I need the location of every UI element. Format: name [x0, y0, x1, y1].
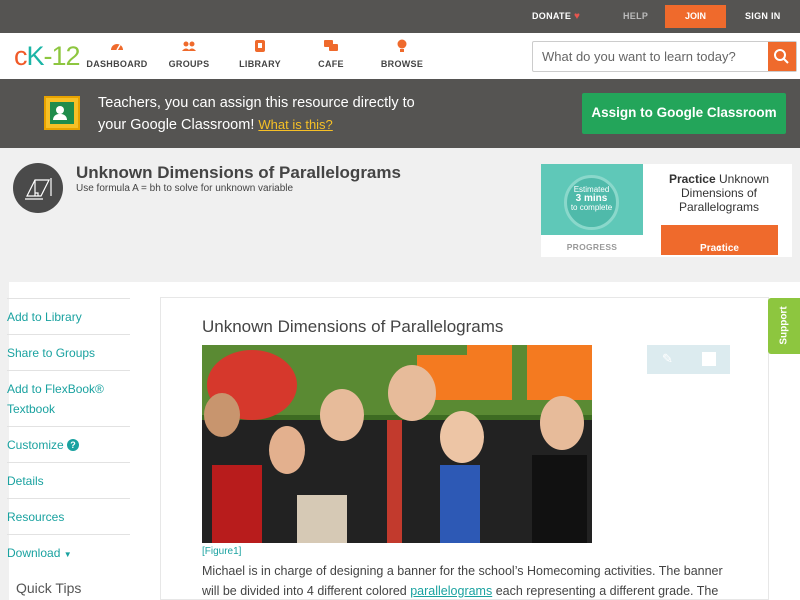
dashboard-icon [77, 39, 157, 57]
search-box [532, 41, 797, 72]
nav-library[interactable]: LIBRARY [220, 39, 300, 69]
practice-button[interactable]: Practice › [661, 225, 778, 255]
parallelograms-link[interactable]: parallelograms [410, 584, 492, 598]
assign-label: Assign to Google Classroom [591, 105, 777, 120]
heart-icon: ♥ [573, 11, 581, 22]
content-title: Unknown Dimensions of Parallelograms [202, 317, 504, 336]
annotation-tools: ✎ [647, 345, 730, 374]
paragraph-text-2: each representing a different grade. The [492, 584, 719, 598]
google-classroom-icon [44, 96, 80, 130]
flexbook-label: Add to FlexBook® [7, 382, 104, 396]
figure-caption: [Figure1] [202, 546, 242, 557]
intro-paragraph: Michael is in charge of designing a bann… [202, 561, 742, 600]
top-bar: DONATE ♥ HELP JOIN SIGN IN [0, 0, 800, 33]
sidebar-download[interactable]: Download ▼ [7, 534, 130, 571]
sidebar-share-to-groups[interactable]: Share to Groups [7, 334, 130, 371]
cafe-icon [291, 39, 371, 57]
chevron-right-icon: › [717, 243, 722, 254]
customize-label: Customize [7, 438, 64, 452]
logo-c: c [14, 41, 27, 71]
logo-12: -12 [43, 41, 81, 71]
ck12-logo[interactable]: cK-12 [14, 41, 81, 72]
join-button[interactable]: JOIN [665, 5, 726, 28]
main-nav: cK-12 DASHBOARD GROUPS LIBRARY CAFE BROW… [0, 33, 800, 79]
classroom-line-2: your Google Classroom! [98, 117, 255, 133]
sidebar-add-to-flexbook[interactable]: Add to FlexBook® Textbook [7, 370, 130, 427]
library-icon [220, 39, 300, 57]
caret-down-icon: ▼ [63, 550, 72, 559]
nav-groups-label: GROUPS [168, 59, 210, 69]
logo-k: K [26, 41, 45, 71]
nav-dashboard[interactable]: DASHBOARD [77, 39, 157, 69]
what-is-this-link[interactable]: What is this? [258, 117, 332, 132]
classroom-message: Teachers, you can assign this resource d… [98, 93, 415, 136]
page-title: Unknown Dimensions of Parallelograms [76, 163, 401, 182]
sidebar-add-to-library[interactable]: Add to Library [7, 298, 130, 335]
browse-icon [362, 39, 442, 57]
textbook-label: Textbook [7, 402, 56, 416]
assign-to-classroom-button[interactable]: Assign to Google Classroom [582, 93, 786, 134]
geometry-concept-icon [13, 163, 63, 213]
nav-cafe[interactable]: CAFE [291, 39, 371, 69]
support-label: Support [778, 306, 790, 345]
note-icon[interactable] [702, 352, 716, 366]
help-icon[interactable]: ? [67, 439, 80, 451]
classroom-line-1: Teachers, you can assign this resource d… [98, 95, 415, 111]
nav-cafe-label: CAFE [318, 59, 344, 69]
practice-title-bold: Practice [668, 172, 716, 186]
groups-icon [149, 39, 229, 57]
practice-title: Practice Unknown Dimensions of Parallelo… [654, 172, 784, 214]
quick-tips-heading: Quick Tips [16, 580, 82, 596]
nav-browse-label: BROWSE [380, 59, 424, 69]
sign-in-link[interactable]: SIGN IN [745, 11, 781, 21]
sidebar-details[interactable]: Details [7, 462, 130, 499]
support-tab[interactable]: Support [768, 298, 800, 354]
practice-card: Estimated 3 mins to complete PROGRESS Prac… [541, 164, 792, 257]
pencil-icon[interactable]: ✎ [662, 351, 676, 368]
search-icon [774, 49, 789, 64]
nav-browse[interactable]: BROWSE [362, 39, 442, 69]
search-input[interactable] [533, 42, 769, 71]
join-label: JOIN [684, 11, 706, 21]
sidebar-resources[interactable]: Resources [7, 498, 130, 535]
download-label: Download [7, 546, 61, 560]
help-link[interactable]: HELP [623, 11, 648, 21]
nav-library-label: LIBRARY [239, 59, 281, 69]
to-complete-label: to complete [570, 203, 613, 212]
donate-link[interactable]: DONATE ♥ [532, 11, 580, 22]
nav-groups[interactable]: GROUPS [149, 39, 229, 69]
progress-label: PROGRESS [566, 242, 618, 252]
sidebar-customize[interactable]: Customize ? [7, 426, 130, 463]
practice-estimate-badge: Estimated 3 mins to complete [541, 164, 643, 235]
search-button[interactable] [768, 42, 796, 71]
page-subtitle: Use formula A = bh to solve for unknown … [76, 183, 294, 194]
homecoming-photo [202, 345, 592, 543]
nav-dashboard-label: DASHBOARD [86, 59, 148, 69]
